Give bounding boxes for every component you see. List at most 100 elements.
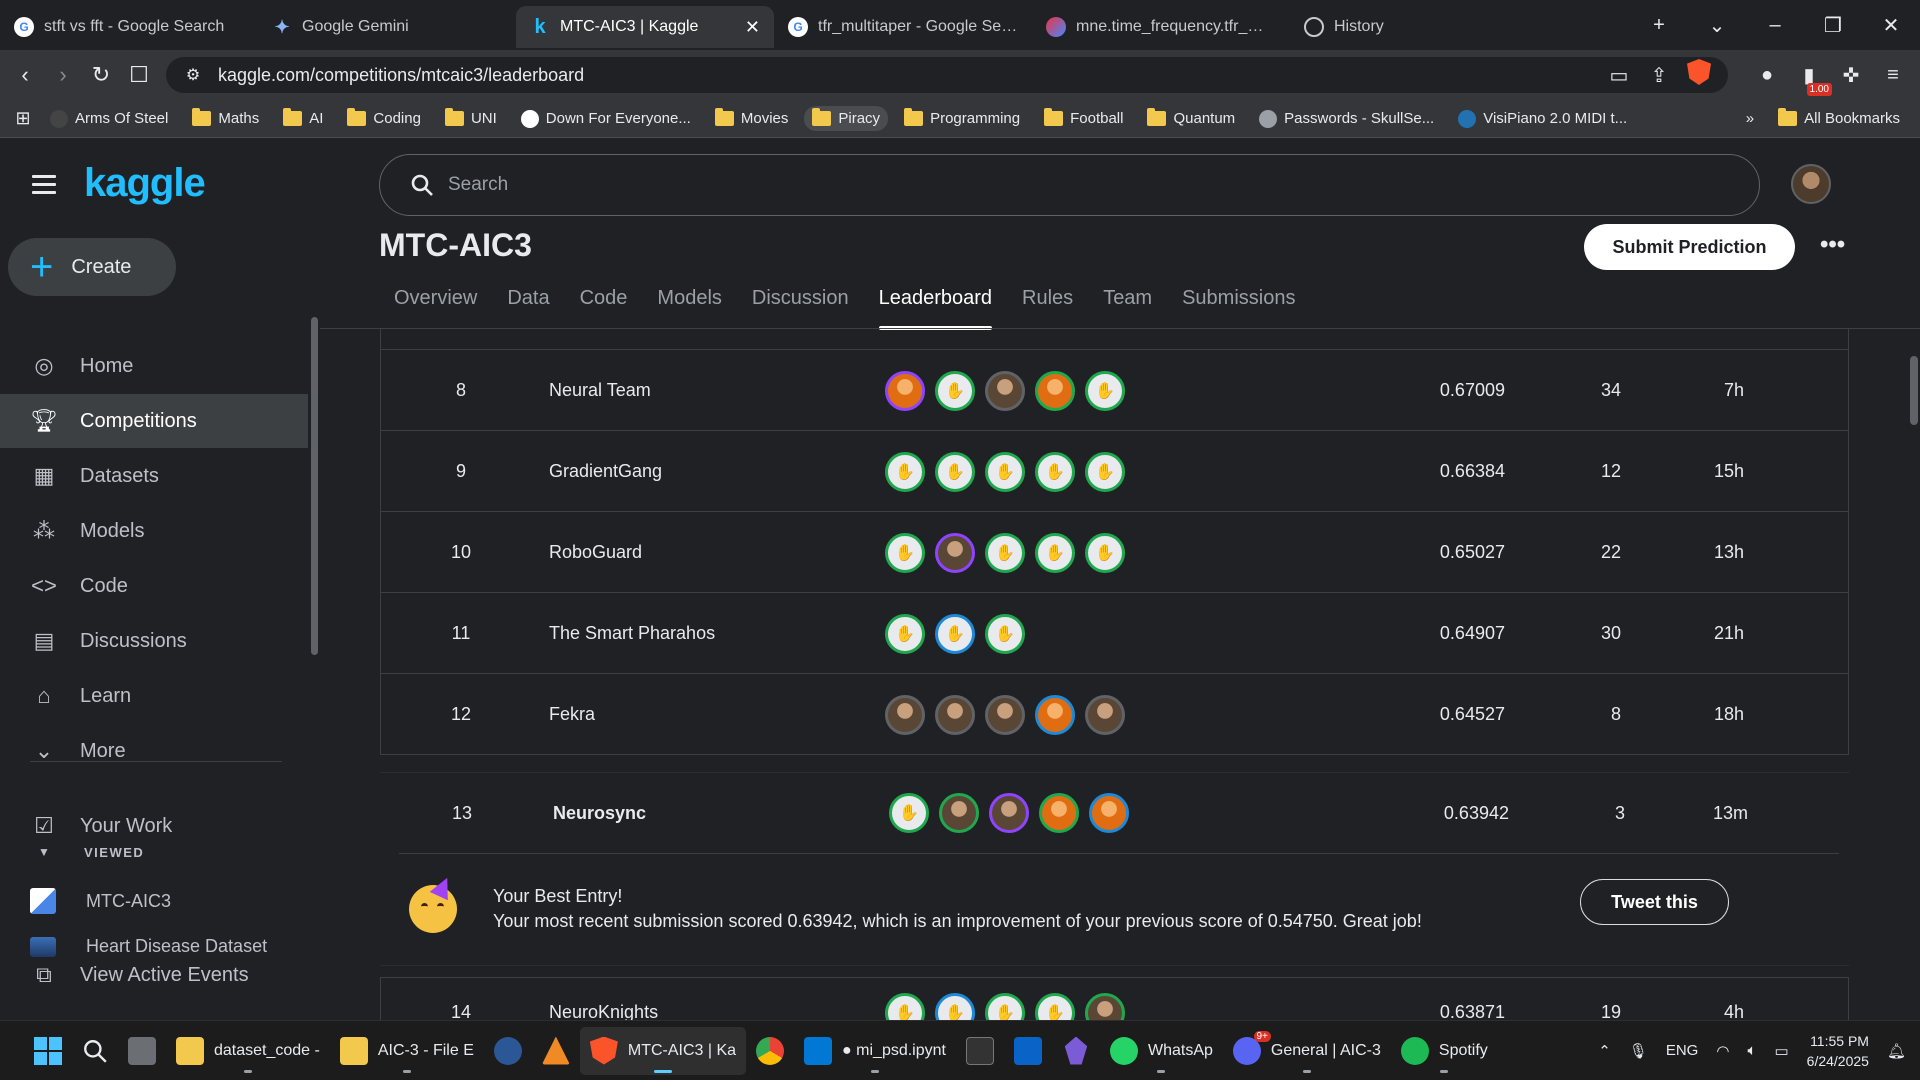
chevron-up-icon[interactable]: ⌃ (1598, 1042, 1611, 1060)
minimize-icon[interactable]: – (1746, 14, 1804, 37)
avatar[interactable]: ✋ (885, 613, 925, 654)
sidebar-item-competitions[interactable]: 🏆︎ Competitions (0, 394, 308, 448)
bookmark-maths[interactable]: Maths (184, 106, 267, 131)
volume-icon[interactable]: 🔈︎ (1747, 1042, 1756, 1059)
avatar[interactable]: ✋ (1085, 451, 1125, 492)
taskbar-dataset-code[interactable]: dataset_code - (166, 1027, 330, 1075)
site-info-icon[interactable]: ⚙ (182, 65, 204, 85)
search-input[interactable] (448, 174, 1048, 196)
avatar[interactable]: ✋ (1035, 532, 1075, 573)
taskbar-vlc[interactable] (532, 1027, 580, 1075)
avatar[interactable] (935, 694, 975, 735)
menu-icon[interactable]: ≡ (1880, 64, 1906, 87)
taskbar-search[interactable] (72, 1027, 118, 1075)
taskbar-spotify[interactable]: Spotify (1391, 1027, 1498, 1075)
tab-leaderboard[interactable]: Leaderboard (878, 287, 993, 330)
bookmark-down-for-everyone[interactable]: Down For Everyone... (513, 106, 699, 132)
forward-icon[interactable]: › (52, 62, 74, 88)
page-scrollbar[interactable] (1910, 356, 1918, 425)
taskbar-brave-kaggle[interactable]: MTC-AIC3 | Ka (579, 1026, 747, 1075)
avatar[interactable]: ✋ (985, 532, 1025, 573)
avatar[interactable]: ✋ (889, 793, 929, 833)
tab-search-chevron-icon[interactable]: ⌄ (1688, 13, 1746, 38)
tab-team[interactable]: Team (1103, 287, 1152, 330)
sidebar-item-datasets[interactable]: ▦ Datasets (0, 449, 308, 503)
avatar[interactable]: ✋ (985, 613, 1025, 654)
tab-kaggle-mtc-aic3[interactable]: k MTC-AIC3 | Kaggle ✕ (516, 6, 774, 48)
avatar[interactable]: ✋ (885, 451, 925, 492)
viewed-item-mtc-aic3[interactable]: MTC-AIC3 (30, 888, 171, 914)
sidebar-item-home[interactable]: ◎ Home (0, 339, 308, 393)
reload-icon[interactable]: ↻ (90, 62, 112, 88)
bookmark-icon[interactable]: ☐ (128, 62, 150, 88)
tab-submissions[interactable]: Submissions (1182, 287, 1295, 330)
tab-code[interactable]: Code (580, 287, 628, 330)
bookmark-football[interactable]: Football (1036, 106, 1131, 131)
bookmark-coding[interactable]: Coding (339, 106, 429, 131)
team-name[interactable]: RoboGuard (549, 512, 642, 593)
avatar[interactable]: ✋ (935, 370, 975, 411)
avatar[interactable]: ✋ (885, 992, 925, 1020)
table-row-my-team[interactable]: 13 Neurosync ✋ 0.63942 3 13m (380, 773, 1849, 853)
language-indicator[interactable]: ENG (1666, 1042, 1699, 1059)
avatar[interactable]: ✋ (935, 613, 975, 654)
sidebar-item-models[interactable]: ⁂ Models (0, 504, 308, 558)
clock[interactable]: 11:55 PM 6/24/2025 (1807, 1031, 1869, 1071)
taskbar-terminal[interactable] (956, 1027, 1004, 1075)
more-options-icon[interactable]: ••• (1820, 231, 1845, 259)
avatar[interactable]: ✋ (985, 992, 1025, 1020)
avatar[interactable]: ✋ (985, 451, 1025, 492)
sidebar-item-learn[interactable]: ⌂ Learn (0, 669, 308, 723)
team-name[interactable]: Neurosync (553, 773, 646, 853)
sidebar-scrollbar[interactable] (311, 317, 318, 655)
tab-google-gemini[interactable]: ✦ Google Gemini (258, 6, 516, 48)
tab-stft-vs-fft[interactable]: G stft vs fft - Google Search (0, 6, 258, 48)
user-avatar[interactable] (1791, 164, 1831, 204)
avatar[interactable]: ✋ (1085, 370, 1125, 411)
avatar[interactable] (1039, 793, 1079, 833)
share-icon[interactable]: ⇪ (1646, 63, 1672, 88)
table-row[interactable]: 9 GradientGang ✋ ✋ ✋ ✋ ✋ 0.66384 12 15h (381, 430, 1848, 511)
avatar[interactable] (885, 370, 925, 411)
search-box[interactable] (379, 154, 1760, 216)
tab-models[interactable]: Models (657, 287, 721, 330)
team-name[interactable]: NeuroKnights (549, 972, 658, 1020)
taskbar-vscode[interactable]: ● mi_psd.ipynt (794, 1027, 956, 1075)
cast-icon[interactable]: ▭ (1606, 63, 1632, 88)
taskbar-obsidian[interactable] (1052, 1027, 1100, 1075)
view-active-events[interactable]: ⧉ View Active Events (30, 961, 248, 989)
avatar[interactable]: ✋ (885, 532, 925, 573)
table-row[interactable]: 11 The Smart Pharahos ✋ ✋ ✋ 0.64907 30 2… (381, 592, 1848, 673)
bookmark-uni[interactable]: UNI (437, 106, 505, 131)
sidebar-item-discussions[interactable]: ▤ Discussions (0, 614, 308, 668)
tab-overview[interactable]: Overview (394, 287, 477, 330)
avatar[interactable] (1035, 370, 1075, 411)
avatar[interactable]: ✋ (1035, 451, 1075, 492)
avatar[interactable] (985, 694, 1025, 735)
team-name[interactable]: Neural Team (549, 350, 651, 431)
taskbar-task-view[interactable] (118, 1027, 166, 1075)
table-row[interactable]: 14 NeuroKnights ✋ ✋ ✋ ✋ 0.63871 19 4h (380, 977, 1849, 1020)
notifications-icon[interactable]: 🔔︎ (1887, 1042, 1906, 1060)
taskbar-discord[interactable]: 9+ General | AIC-3 (1223, 1027, 1391, 1075)
wifi-icon[interactable]: ◠ (1716, 1042, 1729, 1060)
tab-mne-docs[interactable]: mne.time_frequency.tfr_multita (1032, 6, 1290, 48)
sidebar-item-code[interactable]: <> Code (0, 559, 308, 613)
url-bar[interactable]: ⚙ kaggle.com/competitions/mtcaic3/leader… (166, 57, 1728, 93)
tab-data[interactable]: Data (507, 287, 549, 330)
brave-shields-icon[interactable] (1686, 59, 1712, 91)
tab-discussion[interactable]: Discussion (752, 287, 849, 330)
avatar[interactable]: ✋ (935, 992, 975, 1020)
more-bookmarks-chevron-icon[interactable]: » (1746, 110, 1754, 127)
extension-badge-icon[interactable]: ▮ 1.00 (1796, 63, 1832, 96)
avatar[interactable] (939, 793, 979, 833)
bookmark-programming[interactable]: Programming (896, 106, 1028, 131)
battery-icon[interactable]: ▭ (1774, 1042, 1788, 1060)
bookmark-visipiano[interactable]: VisiPiano 2.0 MIDI t... (1450, 106, 1635, 132)
back-icon[interactable]: ‹ (14, 62, 36, 88)
restore-icon[interactable]: ❐ (1804, 13, 1862, 38)
caret-down-icon[interactable]: ▼ (38, 845, 50, 859)
avatar[interactable] (1089, 793, 1129, 833)
avatar[interactable] (1085, 992, 1125, 1020)
table-row[interactable]: 10 RoboGuard ✋ ✋ ✋ ✋ 0.65027 22 13h (381, 511, 1848, 592)
